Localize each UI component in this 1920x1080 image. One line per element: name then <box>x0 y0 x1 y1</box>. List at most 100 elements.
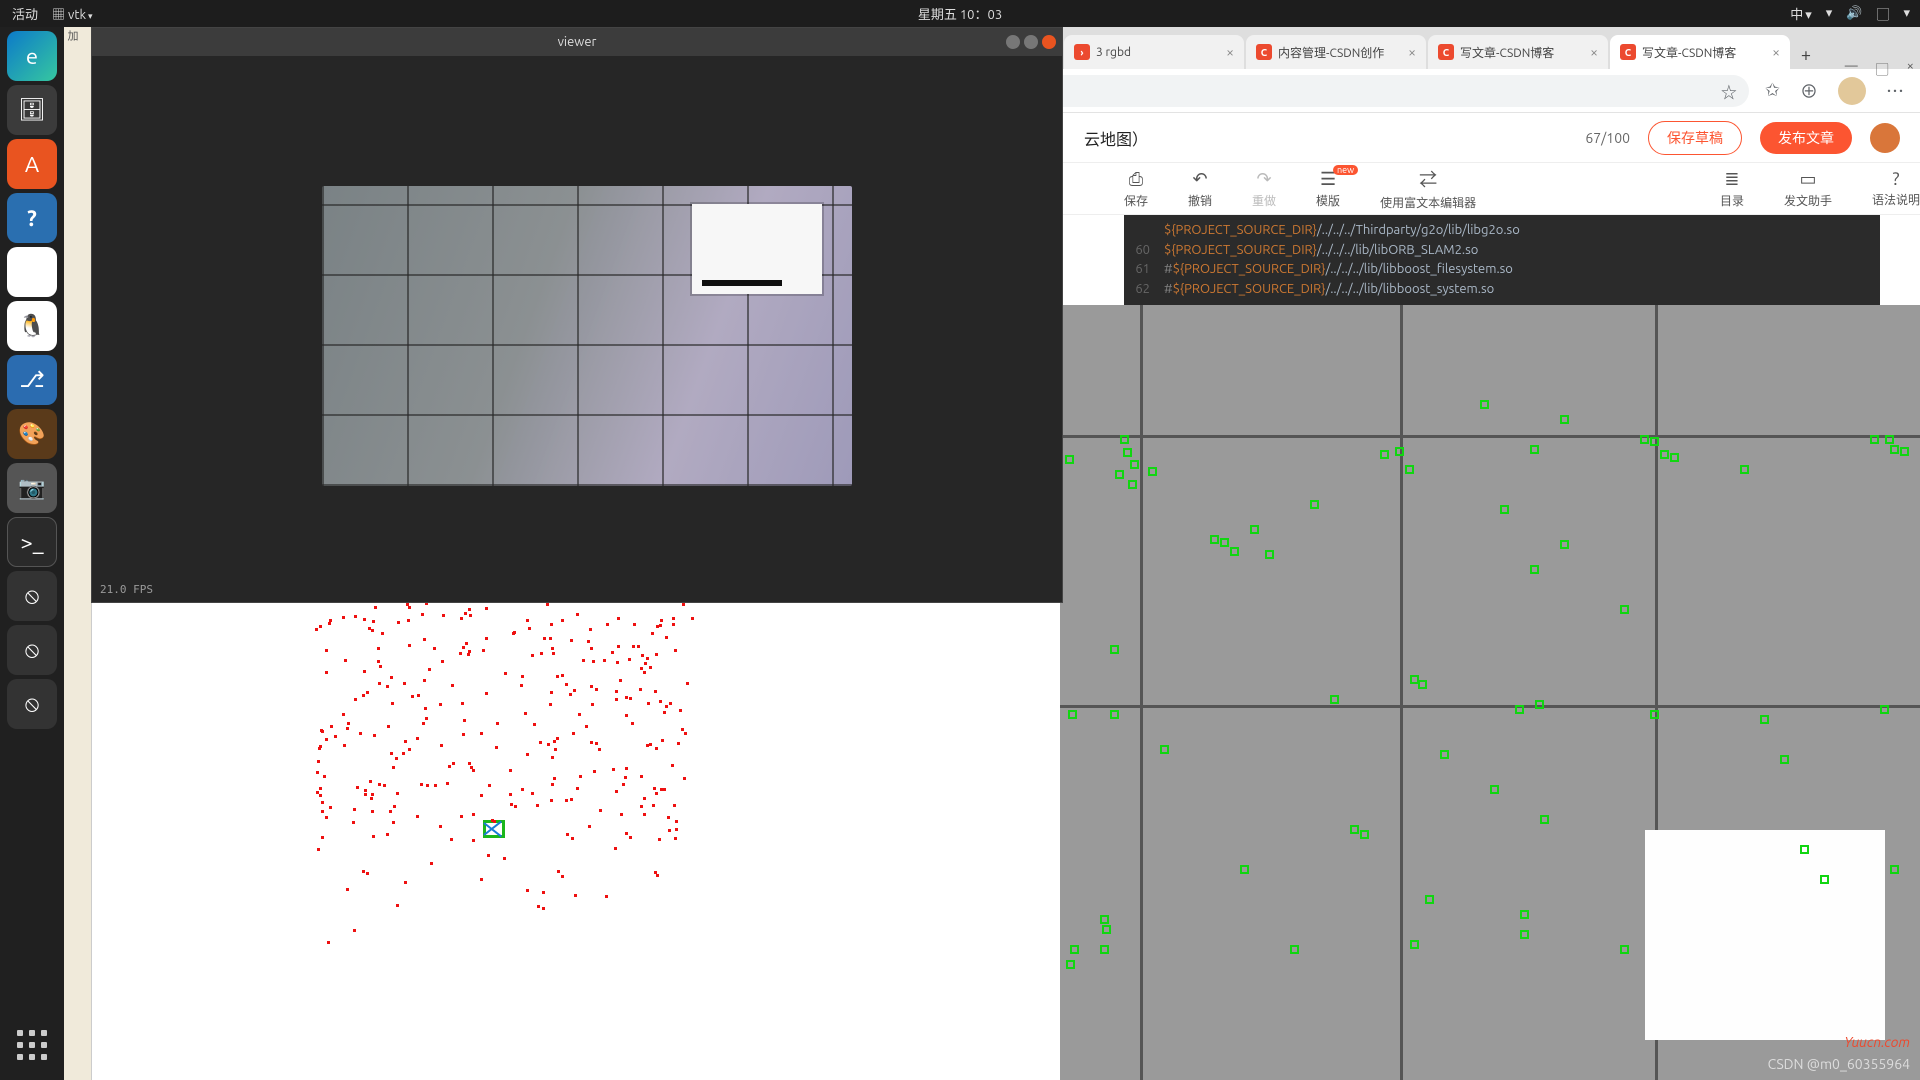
tool-richtext[interactable]: ⇄使用富文本编辑器 <box>1380 166 1476 211</box>
show-apps-icon[interactable] <box>7 1020 57 1070</box>
launcher-qq[interactable]: 🐧 <box>7 301 57 351</box>
map-point <box>396 792 399 795</box>
viewer-min-icon[interactable] <box>1006 35 1020 49</box>
map-point <box>404 881 407 884</box>
map-point <box>496 722 499 725</box>
tab-0[interactable]: ›3 rgbd× <box>1064 35 1244 69</box>
close-icon[interactable]: × <box>1772 44 1780 60</box>
map-point <box>628 658 631 661</box>
launcher-record-2[interactable]: ⦸ <box>7 625 57 675</box>
map-point <box>639 688 642 691</box>
launcher-record-3[interactable]: ⦸ <box>7 679 57 729</box>
map-point <box>673 804 676 807</box>
launcher-help[interactable]: ? <box>7 193 57 243</box>
map-point <box>579 775 582 778</box>
close-icon[interactable]: × <box>1226 44 1234 60</box>
launcher-record-1[interactable]: ⦸ <box>7 571 57 621</box>
map-point <box>614 847 617 850</box>
close-icon[interactable]: × <box>1590 44 1598 60</box>
orb-feature <box>1068 710 1077 719</box>
map-point <box>354 698 357 701</box>
launcher-baidu[interactable]: ☁ <box>7 247 57 297</box>
launcher-files[interactable]: 🗄 <box>7 85 57 135</box>
tool-helper[interactable]: ▭发文助手 <box>1784 169 1832 209</box>
map-point <box>595 742 598 745</box>
tab-2[interactable]: C写文章-CSDN博客× <box>1428 35 1608 69</box>
map-point <box>661 739 664 742</box>
orb-feature <box>1110 645 1119 654</box>
orb-feature <box>1900 447 1909 456</box>
close-icon[interactable]: × <box>1408 44 1416 60</box>
clock[interactable]: 星期五 10：03 <box>918 4 1002 23</box>
close-window-icon[interactable]: × <box>1907 59 1914 78</box>
viewer-close-icon[interactable] <box>1042 35 1056 49</box>
battery-icon[interactable]: ▢ <box>1876 4 1889 23</box>
launcher-screenshot[interactable]: 📷 <box>7 463 57 513</box>
map-point <box>656 874 659 877</box>
map-point <box>430 862 433 865</box>
map-point <box>452 762 455 765</box>
map-point <box>659 700 662 703</box>
orb-feature <box>1410 940 1419 949</box>
map-point <box>423 638 426 641</box>
fps-counter: 21.0 FPS <box>100 583 153 596</box>
tool-toc[interactable]: ≣目录 <box>1720 169 1744 209</box>
orb-feature <box>1530 445 1539 454</box>
tool-undo[interactable]: ↶撤销 <box>1188 169 1212 209</box>
tool-grammar[interactable]: ?语法说明 <box>1872 169 1920 208</box>
viewer-canvas[interactable]: 21.0 FPS <box>92 56 1062 602</box>
map-point <box>417 694 420 697</box>
launcher-terminal[interactable]: >_ <box>7 517 57 567</box>
tool-redo[interactable]: ↷重做 <box>1252 169 1276 209</box>
map-point <box>652 804 655 807</box>
orb-feature <box>1820 875 1829 884</box>
new-tab-button[interactable]: + <box>1792 41 1820 69</box>
tool-template[interactable]: ☰模版 <box>1316 169 1340 209</box>
save-draft-button[interactable]: 保存草稿 <box>1648 121 1742 155</box>
menu-icon[interactable]: ⋯ <box>1886 78 1904 104</box>
publish-button[interactable]: 发布文章 <box>1760 122 1852 154</box>
map-point <box>374 606 377 609</box>
max-icon[interactable]: ▢ <box>1876 59 1889 78</box>
map-point <box>625 767 628 770</box>
map-point <box>509 793 512 796</box>
map-point <box>319 625 322 628</box>
orb-feature <box>1885 435 1894 444</box>
map-point <box>372 835 375 838</box>
volume-icon[interactable]: 🔊 <box>1846 6 1862 21</box>
power-icon[interactable]: ▾ <box>1903 6 1910 21</box>
favorites-icon[interactable]: ✩ <box>1765 80 1780 101</box>
map-point <box>353 929 356 932</box>
profile-avatar[interactable] <box>1838 77 1866 105</box>
launcher-edge[interactable]: e <box>7 31 57 81</box>
bookmark-icon[interactable]: ☆ <box>1721 79 1737 103</box>
map-point <box>526 889 529 892</box>
tab-3[interactable]: C写文章-CSDN博客× <box>1610 35 1790 69</box>
ime-indicator[interactable]: 中▾ <box>1790 4 1812 23</box>
min-icon[interactable]: — <box>1845 59 1858 78</box>
tool-save[interactable]: ⎙保存 <box>1124 169 1148 209</box>
map-point <box>467 653 470 656</box>
activities-label[interactable]: 活动 <box>12 4 38 23</box>
launcher-software[interactable]: A <box>7 139 57 189</box>
viewer-window[interactable]: viewer 21.0 FPS <box>91 27 1063 603</box>
map-point <box>677 742 680 745</box>
launcher-gimp[interactable]: 🎨 <box>7 409 57 459</box>
map-point <box>379 665 382 668</box>
map-point <box>491 819 494 822</box>
map-point <box>574 894 577 897</box>
orb-feature <box>1240 865 1249 874</box>
collections-icon[interactable]: ⊕ <box>1800 78 1818 104</box>
viewer-max-icon[interactable] <box>1024 35 1038 49</box>
tab-1[interactable]: C内容管理-CSDN创作× <box>1246 35 1426 69</box>
app-menu[interactable]: ▦ vtk▾ <box>52 4 93 23</box>
map-point <box>329 619 332 622</box>
viewer-titlebar[interactable]: viewer <box>92 28 1062 56</box>
map-point <box>561 875 564 878</box>
map-point <box>649 666 652 669</box>
csdn-avatar[interactable] <box>1870 123 1900 153</box>
orb-feature <box>1100 945 1109 954</box>
launcher-vscode[interactable]: ⎇ <box>7 355 57 405</box>
map-point <box>644 662 647 665</box>
network-icon[interactable]: ▾ <box>1826 6 1833 21</box>
